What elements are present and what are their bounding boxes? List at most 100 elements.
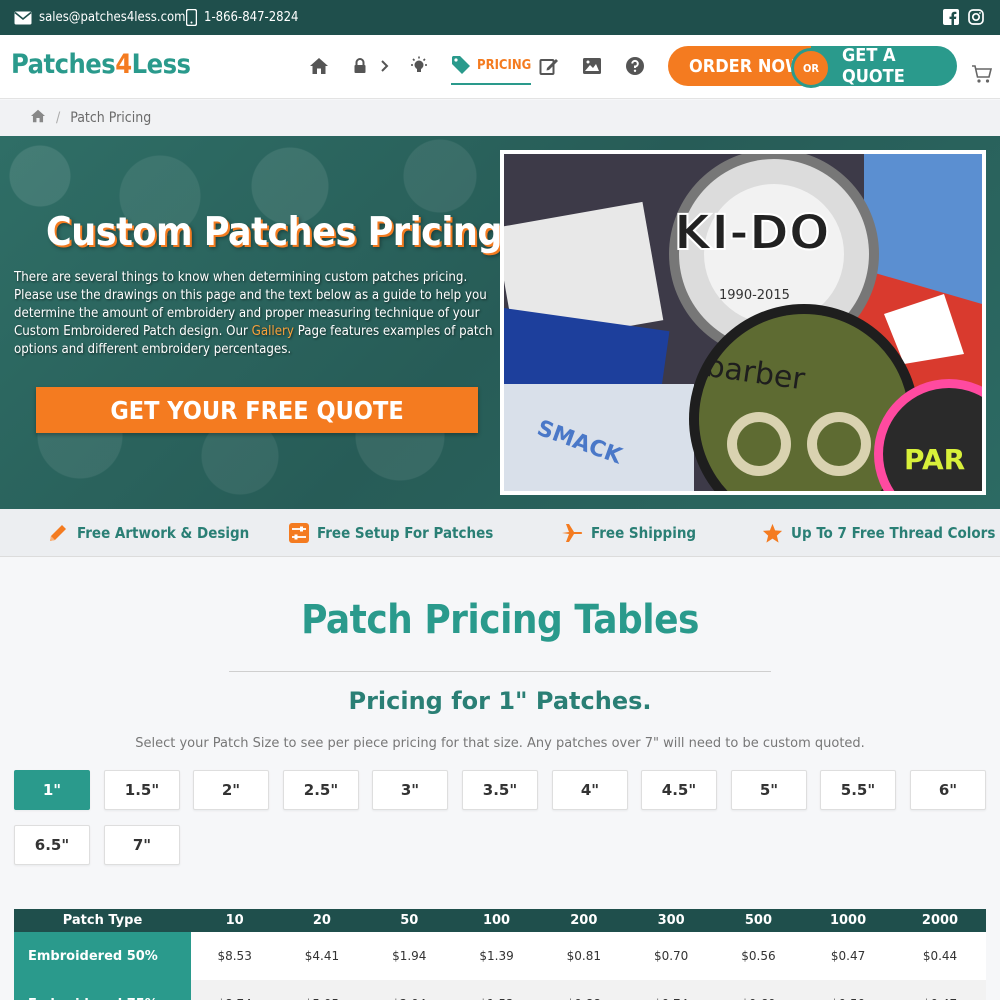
pricing-subtitle: Pricing for 1" Patches. — [348, 687, 652, 715]
feature-label: Free Artwork & Design — [77, 524, 250, 542]
feature-free-setup: Free Setup For Patches — [289, 509, 493, 557]
sliders-icon — [289, 523, 309, 543]
patch-type-cell: Embroidered 75% — [14, 980, 191, 1000]
size-button-1[interactable]: 1" — [14, 770, 90, 810]
breadcrumb-separator: / — [56, 110, 61, 126]
size-button-6[interactable]: 6" — [910, 770, 986, 810]
table-row: Embroidered 50% $8.53 $4.41 $1.94 $1.39 … — [14, 932, 986, 980]
size-button-3[interactable]: 3" — [372, 770, 448, 810]
nav-edit-icon[interactable] — [538, 55, 560, 77]
nav-pricing-tab[interactable]: PRICING — [451, 52, 532, 85]
column-header: 500 — [714, 909, 803, 932]
cart-icon[interactable] — [971, 64, 993, 88]
column-header: 50 — [365, 909, 453, 932]
size-button-3-5[interactable]: 3.5" — [462, 770, 538, 810]
mobile-phone-icon — [186, 9, 197, 26]
email-text: sales@patches4less.com — [39, 10, 186, 25]
breadcrumb-current: Patch Pricing — [70, 110, 152, 126]
size-button-6-5[interactable]: 6.5" — [14, 825, 90, 865]
price-cell: $8.74 — [191, 980, 279, 1000]
phone-link[interactable]: 1-866-847-2824 — [186, 0, 299, 35]
features-bar: Free Artwork & Design Free Setup For Pat… — [0, 509, 1000, 557]
size-button-5[interactable]: 5" — [731, 770, 807, 810]
nav-home-icon[interactable] — [308, 55, 330, 77]
site-logo[interactable]: Patches4Less — [11, 49, 191, 80]
nav-lock-icon[interactable] — [349, 55, 371, 77]
column-header: 1000 — [802, 909, 895, 932]
photo-patch-years: 1990-2015 — [719, 288, 790, 303]
patches-photo: KI-DO 1990-2015 barber SMACK PAR — [500, 150, 986, 495]
phone-text: 1-866-847-2824 — [204, 10, 299, 25]
price-cell: $0.81 — [540, 932, 628, 980]
facebook-icon[interactable] — [943, 9, 966, 29]
nav-help-icon[interactable] — [624, 55, 646, 77]
price-cell: $0.56 — [714, 932, 803, 980]
price-cell: $0.70 — [627, 932, 715, 980]
size-button-2-5[interactable]: 2.5" — [283, 770, 359, 810]
feature-free-artwork: Free Artwork & Design — [47, 509, 249, 557]
email-link[interactable]: sales@patches4less.com — [14, 0, 186, 35]
order-now-button[interactable]: ORDER NOW — [668, 46, 811, 86]
or-badge: OR — [791, 48, 831, 88]
price-tag-icon — [452, 56, 470, 74]
size-button-7[interactable]: 7" — [104, 825, 180, 865]
feature-thread-colors: Up To 7 Free Thread Colors — [762, 509, 995, 557]
size-button-1-5[interactable]: 1.5" — [104, 770, 180, 810]
envelope-icon — [14, 11, 32, 24]
photo-patch-par: PAR — [904, 443, 965, 476]
pricing-description: Select your Patch Size to see per piece … — [135, 736, 865, 751]
price-cell: $0.44 — [894, 932, 986, 980]
pencil-icon — [50, 525, 66, 541]
plane-icon — [562, 524, 583, 542]
logo-text-4: 4 — [115, 49, 132, 80]
breadcrumb-home-icon[interactable] — [30, 109, 46, 127]
price-cell: $0.47 — [802, 932, 895, 980]
section-divider — [229, 671, 771, 672]
pricing-tables-title: Patch Pricing Tables — [301, 597, 699, 643]
breadcrumb: / Patch Pricing — [0, 100, 1000, 136]
size-button-4[interactable]: 4" — [552, 770, 628, 810]
hero-description: There are several things to know when de… — [14, 269, 499, 359]
site-header: Patches4Less PRICING ORDER NOW GET A QUO… — [0, 35, 1000, 99]
free-quote-button[interactable]: GET YOUR FREE QUOTE — [36, 387, 478, 433]
feature-label: Free Setup For Patches — [317, 524, 494, 542]
price-cell: $2.04 — [365, 980, 453, 1000]
gallery-link[interactable]: Gallery — [252, 324, 294, 339]
price-cell: $1.52 — [452, 980, 541, 1000]
table-header-row: Patch Type 10 20 50 100 200 300 500 1000… — [14, 909, 986, 932]
table-row: Embroidered 75% $8.74 $5.05 $2.04 $1.52 … — [14, 980, 986, 1000]
nav-lightbulb-icon[interactable] — [408, 55, 430, 77]
feature-label: Free Shipping — [591, 524, 697, 542]
price-cell: $0.60 — [714, 980, 803, 1000]
feature-free-shipping: Free Shipping — [561, 509, 696, 557]
top-contact-bar: sales@patches4less.com 1-866-847-2824 — [0, 0, 1000, 35]
price-cell: $5.05 — [278, 980, 366, 1000]
column-header: 2000 — [894, 909, 986, 932]
logo-text-patches: Patches — [11, 49, 116, 80]
price-cell: $8.53 — [191, 932, 279, 980]
column-header: 100 — [452, 909, 541, 932]
patch-type-cell: Embroidered 50% — [14, 932, 191, 980]
photo-patch-kido: KI-DO — [674, 205, 830, 261]
size-button-2[interactable]: 2" — [193, 770, 269, 810]
nav-chevron-right-icon[interactable] — [373, 55, 395, 77]
instagram-icon[interactable] — [968, 9, 991, 29]
hero-banner: Custom Patches Pricing There are several… — [0, 136, 1000, 509]
size-button-4-5[interactable]: 4.5" — [641, 770, 717, 810]
price-cell: $0.88 — [540, 980, 628, 1000]
size-button-5-5[interactable]: 5.5" — [820, 770, 896, 810]
get-quote-button[interactable]: GET A QUOTE — [811, 46, 957, 86]
logo-text-less: Less — [131, 49, 191, 80]
price-cell: $0.47 — [894, 980, 986, 1000]
price-cell: $0.50 — [802, 980, 895, 1000]
column-header: 10 — [191, 909, 279, 932]
column-header: 20 — [278, 909, 366, 932]
nav-image-icon[interactable] — [581, 55, 603, 77]
price-cell: $1.39 — [452, 932, 541, 980]
pricing-table: Patch Type 10 20 50 100 200 300 500 1000… — [14, 909, 986, 1000]
column-header: Patch Type — [14, 909, 191, 932]
price-cell: $1.94 — [365, 932, 453, 980]
price-cell: $4.41 — [278, 932, 366, 980]
column-header: 300 — [627, 909, 715, 932]
price-cell: $0.74 — [627, 980, 715, 1000]
